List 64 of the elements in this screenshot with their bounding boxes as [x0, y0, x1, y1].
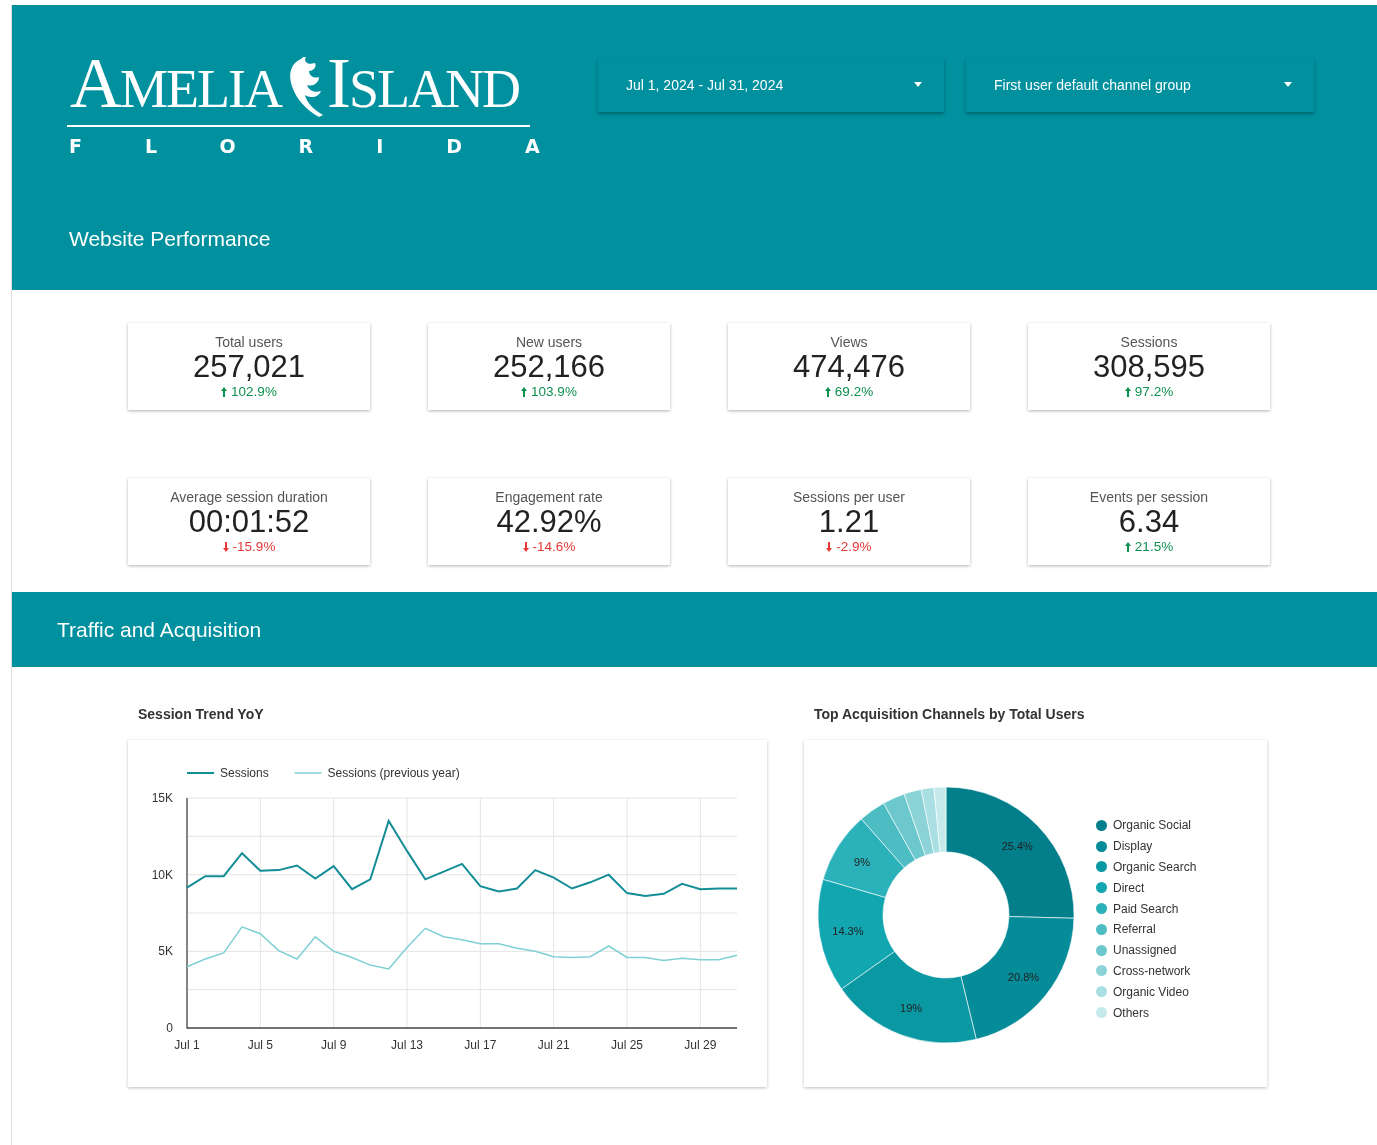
legend-label: Unassigned [1113, 943, 1177, 958]
chart-title: Session Trend YoY [138, 706, 264, 722]
change-percent: 103.9% [531, 384, 577, 400]
axis-label: Jul 17 [464, 1038, 497, 1052]
caret-icon [1284, 82, 1292, 87]
metric-label: Views [830, 334, 868, 350]
date-range-dropdown[interactable]: Jul 1, 2024 - Jul 31, 2024 [598, 57, 944, 112]
change-percent: 97.2% [1134, 384, 1174, 400]
metric-label: Average session duration [170, 488, 328, 505]
change-percent: -14.6% [532, 538, 576, 555]
slice-label: 14.3% [832, 925, 864, 938]
logo-text: ISLAND [326, 47, 519, 119]
axis-label: Jul 25 [611, 1038, 643, 1052]
legend-label: Organic Social [1113, 818, 1192, 833]
metric-label: Sessions [1120, 334, 1178, 350]
metric-value: 257,021 [192, 350, 306, 384]
metric-label: Events per session [1089, 488, 1209, 505]
metric-value: 308,595 [1092, 350, 1206, 384]
change-percent: 69.2% [834, 384, 874, 400]
change-percent: -2.9% [836, 538, 872, 555]
channel-group-dropdown[interactable]: First user default channel group [966, 57, 1314, 112]
axis-label: Jul 1 [174, 1038, 200, 1052]
slice-label: 9% [854, 855, 870, 868]
metric-value: 252,166 [492, 350, 606, 384]
metric-value: 00:01:52 [188, 504, 310, 539]
axis-label: 5K [158, 944, 173, 959]
axis-label: 15K [151, 791, 173, 805]
axis-label: Jul 13 [391, 1038, 423, 1052]
legend-label: Others [1113, 1005, 1149, 1020]
legend-label: Organic Search [1113, 860, 1197, 874]
caret-icon [914, 82, 922, 87]
change-percent: 21.5% [1134, 538, 1174, 555]
metric-label: New users [515, 334, 583, 350]
legend-label: Direct [1113, 880, 1145, 895]
logo-tagline: FLORIDA [68, 135, 603, 157]
metric-label: Total users [215, 334, 283, 350]
metric-value: 474,476 [792, 350, 906, 384]
legend-label: Cross-network [1113, 963, 1191, 978]
metric-value: 6.34 [1118, 504, 1180, 539]
slice-label: 25.4% [1001, 839, 1033, 852]
change-percent: 102.9% [231, 384, 277, 400]
axis-label: Jul 9 [321, 1038, 347, 1052]
section-title: Traffic and Acquisition [57, 617, 262, 642]
chart-title: Top Acquisition Channels by Total Users [814, 706, 1085, 722]
axis-label: Jul 5 [247, 1038, 273, 1052]
legend-label: Sessions [220, 766, 269, 780]
legend-label: Paid Search [1113, 901, 1179, 916]
axis-label: 0 [166, 1021, 173, 1035]
legend-label: Sessions (previous year) [327, 766, 460, 780]
slice-label: 19% [900, 1002, 923, 1015]
slice-label: 20.8% [1007, 971, 1040, 984]
change-percent: -15.9% [232, 538, 276, 555]
metric-label: Sessions per user [792, 488, 906, 505]
metric-value: 42.92% [496, 504, 602, 539]
legend-label: Organic Video [1113, 984, 1189, 999]
axis-label: Jul 29 [684, 1038, 717, 1052]
axis-label: 10K [151, 867, 173, 882]
section-title: Website Performance [69, 227, 271, 251]
legend-label: Referral [1113, 922, 1156, 937]
legend-label: Display [1113, 839, 1153, 854]
axis-label: Jul 21 [537, 1038, 570, 1052]
metric-value: 1.21 [818, 504, 880, 539]
logo-text: AMELIA [70, 47, 281, 119]
metric-label: Engagement rate [495, 488, 603, 505]
